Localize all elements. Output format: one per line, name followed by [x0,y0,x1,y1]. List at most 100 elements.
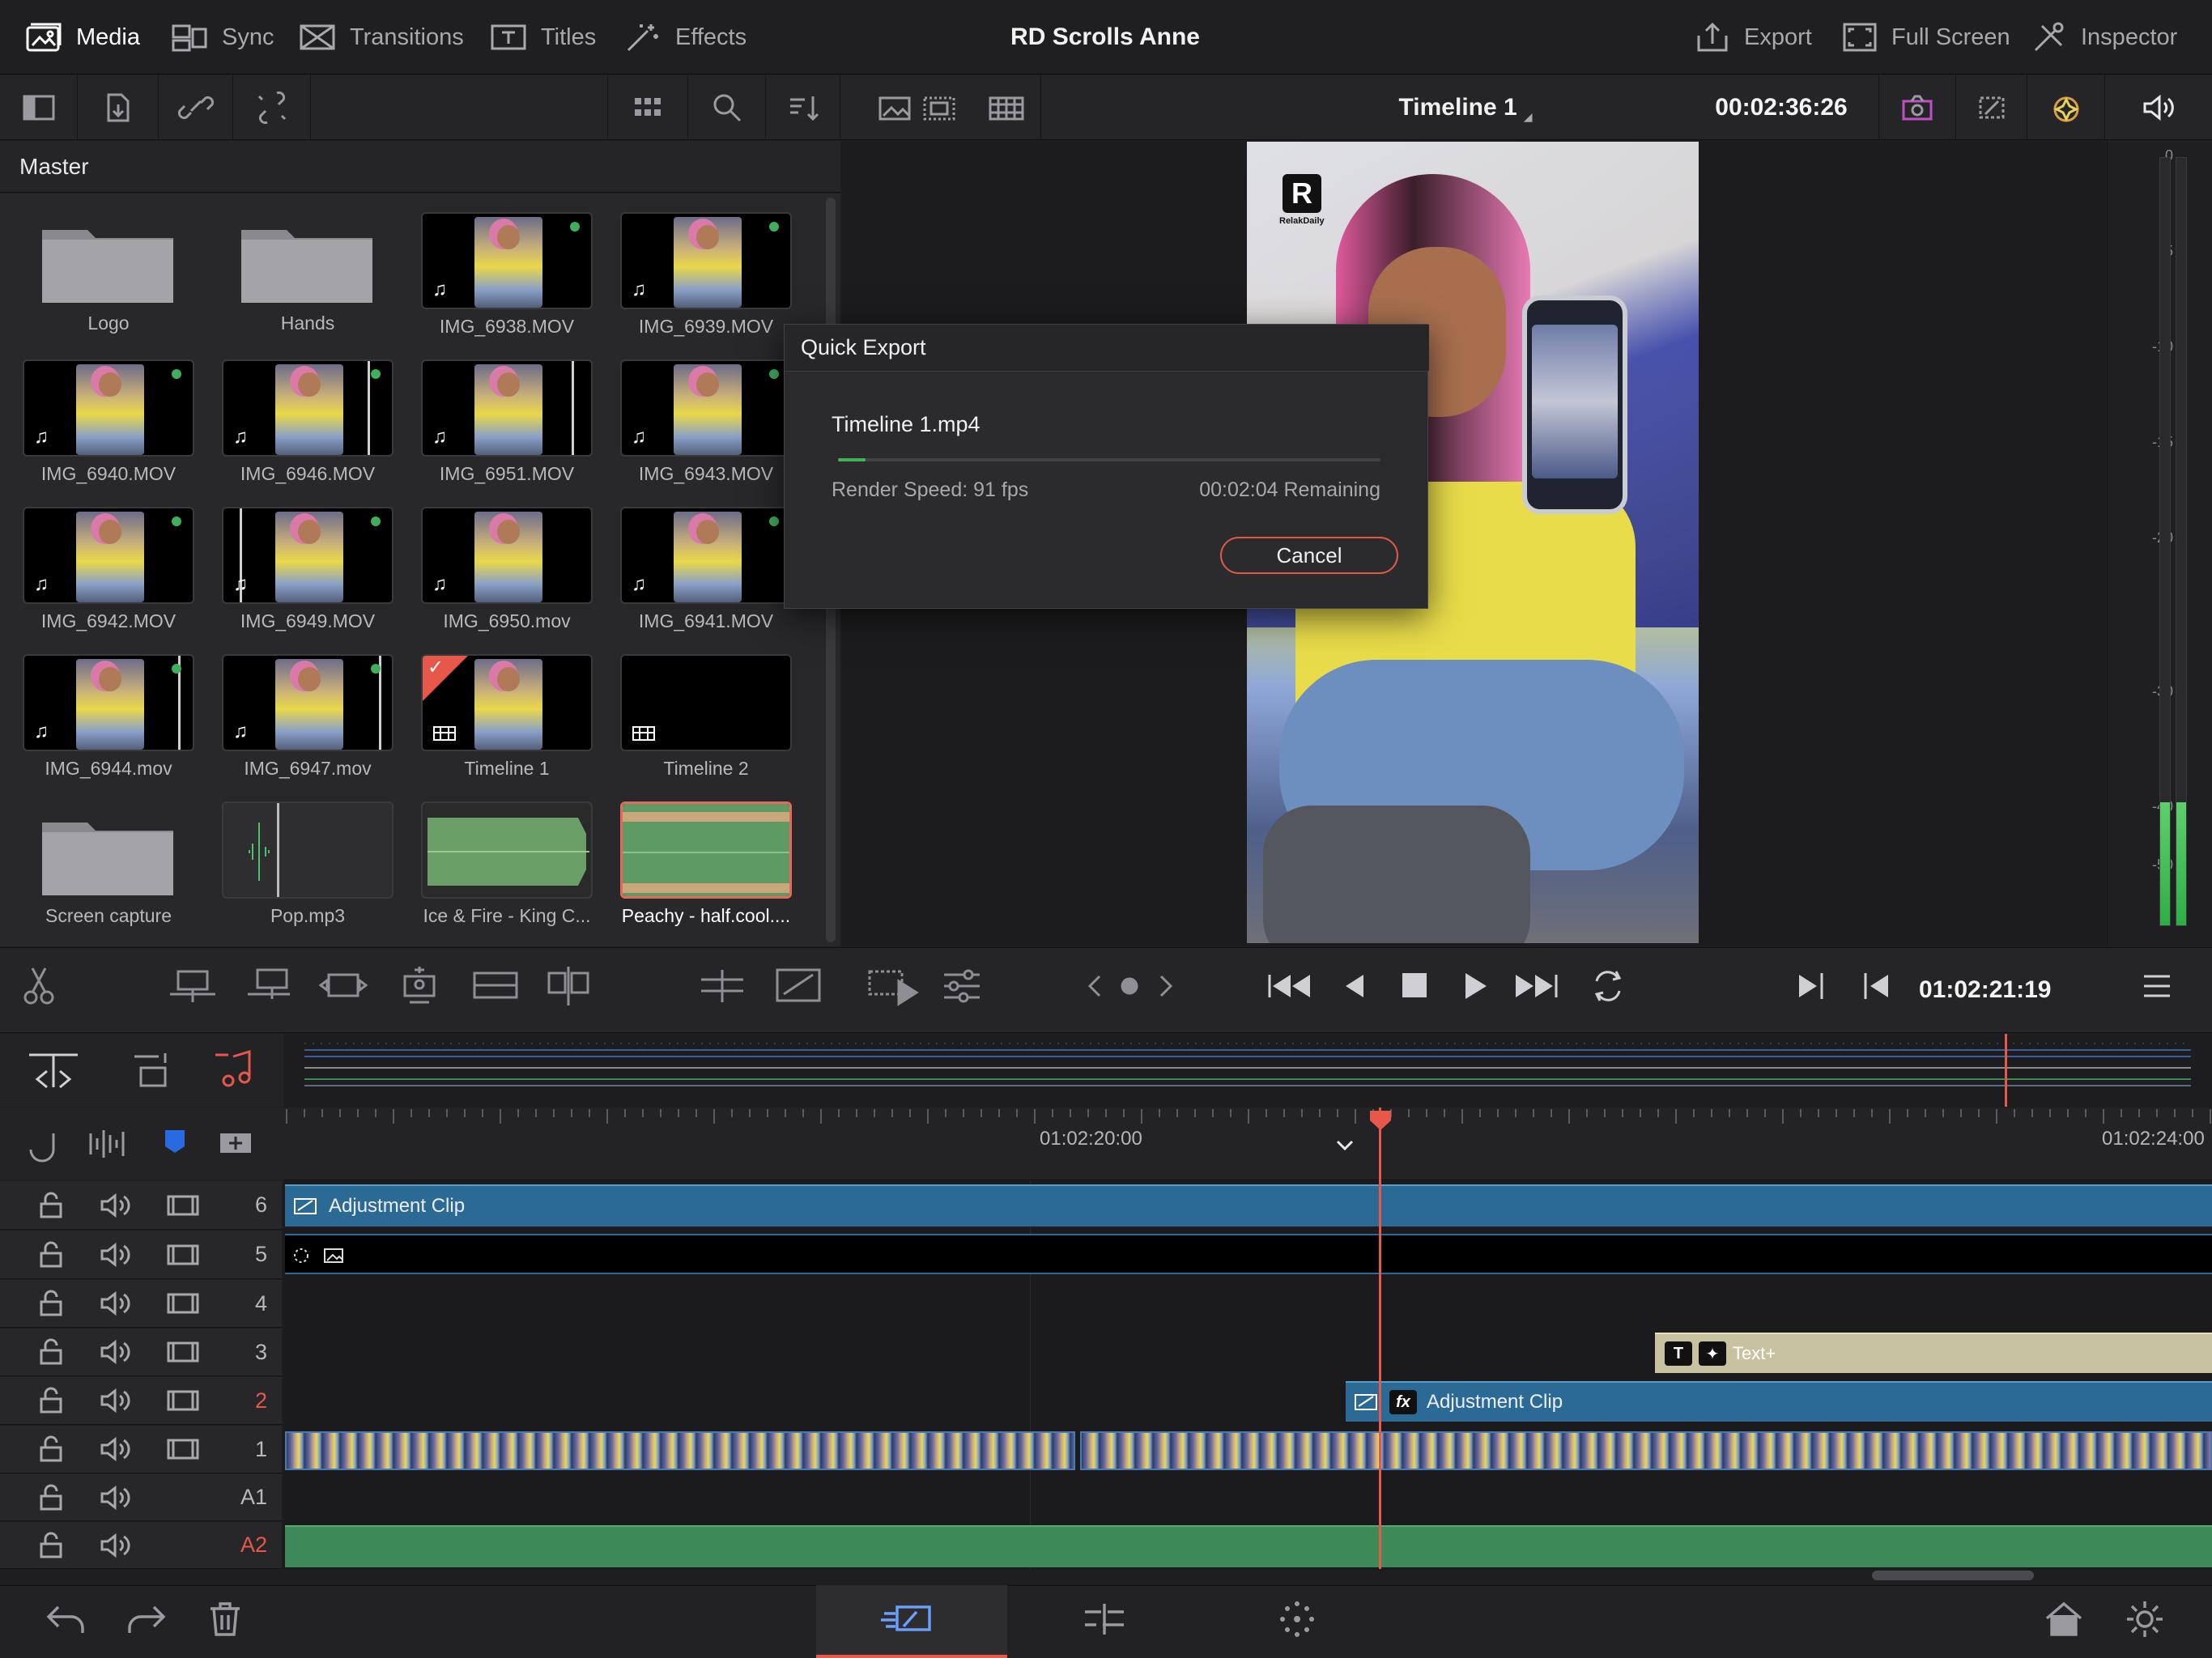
video-track-icon[interactable] [165,1435,201,1463]
search-button[interactable] [688,75,766,140]
media-item-audio[interactable]: Pop.mp3 [222,801,393,927]
audio-scrub-icon[interactable] [86,1125,131,1163]
color-effects-button[interactable] [2027,75,2105,140]
media-item-clip[interactable]: ♫ IMG_6943.MOV [620,359,792,485]
snapping-icon[interactable] [23,1125,63,1163]
speaker-icon[interactable] [99,1338,134,1366]
blade-tool-icon[interactable] [21,963,60,1009]
sync-tab[interactable]: Sync [170,0,274,74]
speaker-icon[interactable] [99,1290,134,1317]
timeline-selector[interactable]: Timeline 1 ◢ [1360,75,1571,140]
import-media-button[interactable] [78,75,159,140]
media-item-timeline[interactable]: ✓ Timeline 1 [421,654,593,780]
speaker-icon[interactable] [99,1192,134,1219]
fit-to-fill-icon[interactable] [772,963,824,1009]
effects-tab[interactable]: Effects [623,0,747,74]
media-item-audio[interactable]: Ice & Fire - King C... [421,801,593,927]
media-item-clip[interactable]: ♫ IMG_6942.MOV [23,507,194,632]
overview-playhead[interactable] [2005,1034,2007,1107]
lock-icon[interactable] [37,1532,65,1559]
loop-icon[interactable] [1585,963,1631,1009]
audio-clip-a2[interactable] [285,1525,2212,1567]
fullscreen-button[interactable]: Full Screen [1841,0,2010,74]
media-item-clip[interactable]: ♫ IMG_6951.MOV [421,359,593,485]
go-to-start-icon[interactable] [1265,963,1313,1009]
settings-gear-icon[interactable] [2125,1599,2165,1639]
playhead-handle[interactable] [1368,1109,1393,1132]
lock-icon[interactable] [37,1435,65,1463]
media-item-clip[interactable]: ♫ IMG_6938.MOV [421,212,593,338]
edit-page-icon[interactable] [1080,1599,1129,1639]
track-toggle-icon[interactable] [130,1048,181,1094]
stop-icon[interactable] [1396,963,1431,1009]
speaker-icon[interactable] [99,1532,134,1559]
relink-button[interactable] [159,75,233,140]
media-item-clip[interactable]: ♫ IMG_6944.mov [23,654,194,780]
timeline-overview[interactable] [285,1034,2212,1107]
unlink-button[interactable] [233,75,311,140]
prev-marker-icon[interactable] [1083,963,1108,1009]
lock-icon[interactable] [37,1290,65,1317]
add-marker-icon[interactable] [215,1125,256,1163]
undo-icon[interactable] [44,1599,89,1639]
go-to-end-icon[interactable] [1512,963,1561,1009]
media-item-folder[interactable]: Screen capture [23,801,194,927]
replace-clip-icon[interactable] [317,963,369,1009]
speaker-icon[interactable] [99,1241,134,1269]
timeline-scrollbar[interactable] [1872,1571,2034,1580]
speaker-icon[interactable] [99,1484,134,1511]
snap-edit-icon[interactable] [696,963,748,1009]
media-item-audio-selected[interactable]: Peachy - half.cool.... [620,801,792,927]
timeline-ruler[interactable] [283,1107,2212,1180]
adjustment-clip-v6[interactable]: Adjustment Clip [285,1184,2212,1226]
speaker-icon[interactable] [99,1435,134,1463]
inspector-button[interactable]: Inspector [2031,0,2177,74]
media-item-clip[interactable]: ♫ IMG_6941.MOV [620,507,792,632]
playback-mode-icon[interactable] [866,963,923,1009]
grid-view-button[interactable] [607,75,688,140]
trash-icon[interactable] [206,1599,245,1639]
trim-mode-icon[interactable] [24,1048,83,1094]
media-item-folder[interactable]: Hands [222,209,393,334]
lock-icon[interactable] [37,1192,65,1219]
chevron-down-icon[interactable] [1334,1137,1355,1153]
media-item-clip[interactable]: ♫ IMG_6939.MOV [620,212,792,338]
media-item-clip[interactable]: ♫ IMG_6940.MOV [23,359,194,485]
play-icon[interactable] [1457,963,1493,1009]
media-item-clip[interactable]: ♫ IMG_6949.MOV [222,507,393,632]
video-track-icon[interactable] [165,1192,201,1219]
redo-icon[interactable] [123,1599,168,1639]
media-item-clip[interactable]: ♫ IMG_6947.mov [222,654,393,780]
insert-clip-icon[interactable] [167,963,219,1009]
transitions-tab[interactable]: Transitions [298,0,464,74]
audio-mixer-icon[interactable] [939,963,985,1009]
marker-dot-icon[interactable] [1117,963,1142,1009]
prev-edit-icon[interactable] [1857,963,1893,1009]
viewer-mode-safe-button[interactable] [907,75,972,140]
lock-icon[interactable] [37,1338,65,1366]
video-track-icon[interactable] [165,1290,201,1317]
volume-button[interactable] [2107,75,2212,140]
next-marker-icon[interactable] [1153,963,1177,1009]
overwrite-clip-icon[interactable] [243,963,295,1009]
video-track-icon[interactable] [165,1387,201,1414]
timeline-playhead[interactable] [1379,1107,1381,1569]
color-page-icon[interactable] [1274,1599,1320,1639]
transform-button[interactable] [1956,75,2027,140]
sort-button[interactable] [766,75,840,140]
camera-capture-button[interactable] [1878,75,1956,140]
video-clip-v1[interactable] [285,1431,1075,1470]
append-clip-icon[interactable] [470,963,521,1009]
export-button[interactable]: Export [1694,0,1812,74]
media-item-folder[interactable]: Logo [23,209,194,334]
video-track-icon[interactable] [165,1338,201,1366]
media-item-timeline[interactable]: Timeline 2 [620,654,792,780]
viewer-mode-strip-button[interactable] [972,75,1041,140]
text-plus-clip-v3[interactable]: T ✦ Text+ [1655,1333,2212,1373]
flag-color-icon[interactable] [159,1125,194,1163]
media-item-clip[interactable]: ♫ IMG_6950.mov [421,507,593,632]
toggle-panel-button[interactable] [0,75,78,140]
media-item-clip[interactable]: ♫ IMG_6946.MOV [222,359,393,485]
lock-icon[interactable] [37,1484,65,1511]
ripple-overwrite-icon[interactable] [542,963,594,1009]
